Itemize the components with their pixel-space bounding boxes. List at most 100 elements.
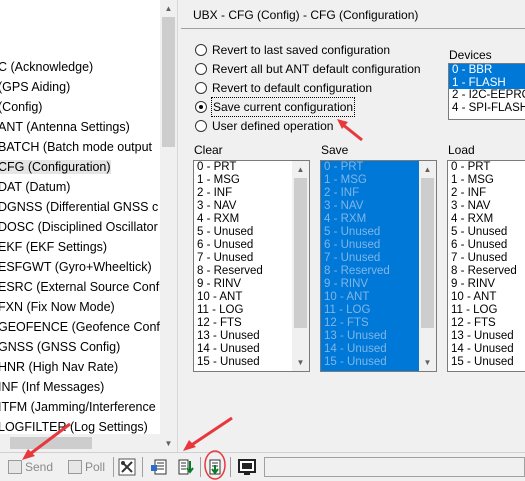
tree-item-label: EKF (EKF Settings) <box>0 240 108 254</box>
radio-option[interactable]: Revert all but ANT default configuration <box>195 60 421 78</box>
device-item[interactable]: 4 - SPI-FLASH <box>449 102 525 115</box>
scrollbar-thumb[interactable] <box>162 17 175 147</box>
list-scrollbar[interactable]: ▲ ▼ <box>292 161 309 371</box>
list-item[interactable]: 15 - Unused <box>448 356 525 369</box>
tree-item-label: ITFM (Jamming/Interference <box>0 400 156 414</box>
send-label: Send <box>25 460 54 474</box>
list-item[interactable]: 11 - LOG <box>448 304 525 317</box>
tree-item-label: DOSC (Disciplined Oscillator <box>0 220 158 234</box>
tree-item-label: INF (Inf Messages) <box>0 380 105 394</box>
tree-item[interactable]: EKF (EKF Settings) <box>0 237 107 257</box>
tree-item[interactable]: ANT (Antenna Settings) <box>0 117 130 137</box>
tree-vertical-scrollbar[interactable]: ▲ ▼ <box>160 0 177 452</box>
scroll-up-arrow-icon[interactable]: ▲ <box>160 0 177 17</box>
radio-unchecked-icon[interactable] <box>195 120 207 132</box>
device-item[interactable]: 1 - FLASH <box>449 76 525 89</box>
scroll-down-arrow-icon[interactable]: ▼ <box>419 354 436 371</box>
radio-option[interactable]: Save current configuration <box>195 97 356 117</box>
send-button[interactable]: Send <box>8 457 53 477</box>
device-item[interactable]: 2 - I2C-EEPROM <box>449 89 525 102</box>
list-item[interactable]: 8 - Reserved <box>448 265 525 278</box>
tree-item-label: ESFGWT (Gyro+Wheeltick) <box>0 260 152 274</box>
tree-item[interactable]: BATCH (Batch mode output <box>0 137 152 157</box>
save-to-flash-icon[interactable] <box>206 458 224 476</box>
radio-label: Save current configuration <box>210 97 356 117</box>
scroll-down-arrow-icon[interactable]: ▼ <box>292 354 309 371</box>
tree-item[interactable]: (Config) <box>0 97 42 117</box>
tree-item[interactable]: ESFGWT (Gyro+Wheeltick) <box>0 257 152 277</box>
tree-item[interactable]: (GPS Aiding) <box>0 77 70 97</box>
list-item[interactable]: 6 - Unused <box>448 239 525 252</box>
tree-item-label: HNR (High Nav Rate) <box>0 360 119 374</box>
tree-item[interactable]: DOSC (Disciplined Oscillator <box>0 217 158 237</box>
tree-item[interactable]: FXN (Fix Now Mode) <box>0 297 115 317</box>
radio-unchecked-icon[interactable] <box>195 63 207 75</box>
send-config-icon[interactable] <box>177 458 195 476</box>
tree-item[interactable]: INF (Inf Messages) <box>0 377 104 397</box>
tree-item-label: LOGFILTER (Log Settings) <box>0 420 148 434</box>
device-item[interactable]: 0 - BBR <box>449 64 525 77</box>
radio-checked-icon[interactable] <box>195 101 207 113</box>
list-item[interactable]: 0 - PRT <box>448 161 525 174</box>
tree-item-label: C (Acknowledge) <box>0 60 94 74</box>
message-tree[interactable]: C (Acknowledge) (GPS Aiding) (Config) ANT (… <box>0 0 160 452</box>
radio-unchecked-icon[interactable] <box>195 82 207 94</box>
tree-item-label: FXN (Fix Now Mode) <box>0 300 115 314</box>
configure-tools-icon[interactable] <box>118 458 136 476</box>
tree-item[interactable]: C (Acknowledge) <box>0 57 93 77</box>
list-item[interactable]: 9 - RINV <box>448 278 525 291</box>
save-label: Save <box>321 143 349 157</box>
u-center-window: C (Acknowledge) (GPS Aiding) (Config) ANT (… <box>0 0 525 481</box>
tree-item-label: GEOFENCE (Geofence Confi <box>0 320 160 334</box>
list-item[interactable]: 5 - Unused <box>448 226 525 239</box>
list-item[interactable]: 2 - INF <box>448 187 525 200</box>
tree-item-label: CFG (Configuration) <box>0 160 111 174</box>
tree-item[interactable]: CFG (Configuration) <box>0 157 111 177</box>
list-item[interactable]: 13 - Unused <box>448 330 525 343</box>
tree-item[interactable]: DAT (Datum) <box>0 177 70 197</box>
load-list[interactable]: 0 - PRT 1 - MSG 2 - INF 3 - NAV 4 - RXM 5 - U… <box>447 160 525 372</box>
toolbar-separator <box>230 457 231 477</box>
tree-item-label: (Config) <box>0 100 43 114</box>
list-item[interactable]: 14 - Unused <box>448 343 525 356</box>
list-item[interactable]: 12 - FTS <box>448 317 525 330</box>
scrollbar-thumb[interactable] <box>421 178 434 328</box>
poll-button[interactable]: Poll <box>68 457 105 477</box>
toolbar-separator <box>142 457 143 477</box>
bottom-toolbar: Send Poll <box>0 452 525 481</box>
tree-item[interactable]: ITFM (Jamming/Interference <box>0 397 156 417</box>
tree-horizontal-scrollbar[interactable] <box>0 434 160 452</box>
tree-item-label: BATCH (Batch mode output <box>0 140 153 154</box>
tree-item[interactable]: DGNSS (Differential GNSS c <box>0 197 158 217</box>
list-item[interactable]: 1 - MSG <box>448 174 525 187</box>
receive-config-icon[interactable] <box>150 458 168 476</box>
list-item[interactable]: 3 - NAV <box>448 200 525 213</box>
tree-item-label: (GPS Aiding) <box>0 80 71 94</box>
list-scrollbar[interactable]: ▲ ▼ <box>419 161 436 371</box>
list-item[interactable]: 10 - ANT <box>448 291 525 304</box>
scrollbar-thumb[interactable] <box>10 437 92 449</box>
save-list[interactable]: 0 - PRT 1 - MSG 2 - INF 3 - NAV 4 - RXM 5 - U… <box>320 160 437 372</box>
clear-list[interactable]: 0 - PRT 1 - MSG 2 - INF 3 - NAV 4 - RXM 5 - U… <box>193 160 310 372</box>
tree-item-label: ANT (Antenna Settings) <box>0 120 130 134</box>
monitor-icon[interactable] <box>238 458 256 476</box>
list-item[interactable]: 7 - Unused <box>448 252 525 265</box>
list-item[interactable]: 4 - RXM <box>448 213 525 226</box>
tree-item-label: ESRC (External Source Confi <box>0 280 160 294</box>
scrollbar-thumb[interactable] <box>294 178 307 328</box>
scroll-up-arrow-icon[interactable]: ▲ <box>292 161 309 178</box>
tree-item[interactable]: ESRC (External Source Confi <box>0 277 160 297</box>
tree-item-label: DAT (Datum) <box>0 180 71 194</box>
radio-option[interactable]: Revert to default configuration <box>195 79 372 97</box>
status-field <box>264 457 525 477</box>
tree-item[interactable]: GEOFENCE (Geofence Confi <box>0 317 160 337</box>
radio-option[interactable]: User defined operation <box>195 117 333 135</box>
tree-item[interactable]: HNR (High Nav Rate) <box>0 357 118 377</box>
tree-item-label: GNSS (GNSS Config) <box>0 340 121 354</box>
tree-item[interactable]: GNSS (GNSS Config) <box>0 337 120 357</box>
radio-option[interactable]: Revert to last saved configuration <box>195 41 390 59</box>
radio-unchecked-icon[interactable] <box>195 44 207 56</box>
scroll-down-arrow-icon[interactable]: ▼ <box>160 435 177 452</box>
devices-list[interactable]: 0 - BBR1 - FLASH2 - I2C-EEPROM4 - SPI-FL… <box>448 63 525 120</box>
scroll-up-arrow-icon[interactable]: ▲ <box>419 161 436 178</box>
